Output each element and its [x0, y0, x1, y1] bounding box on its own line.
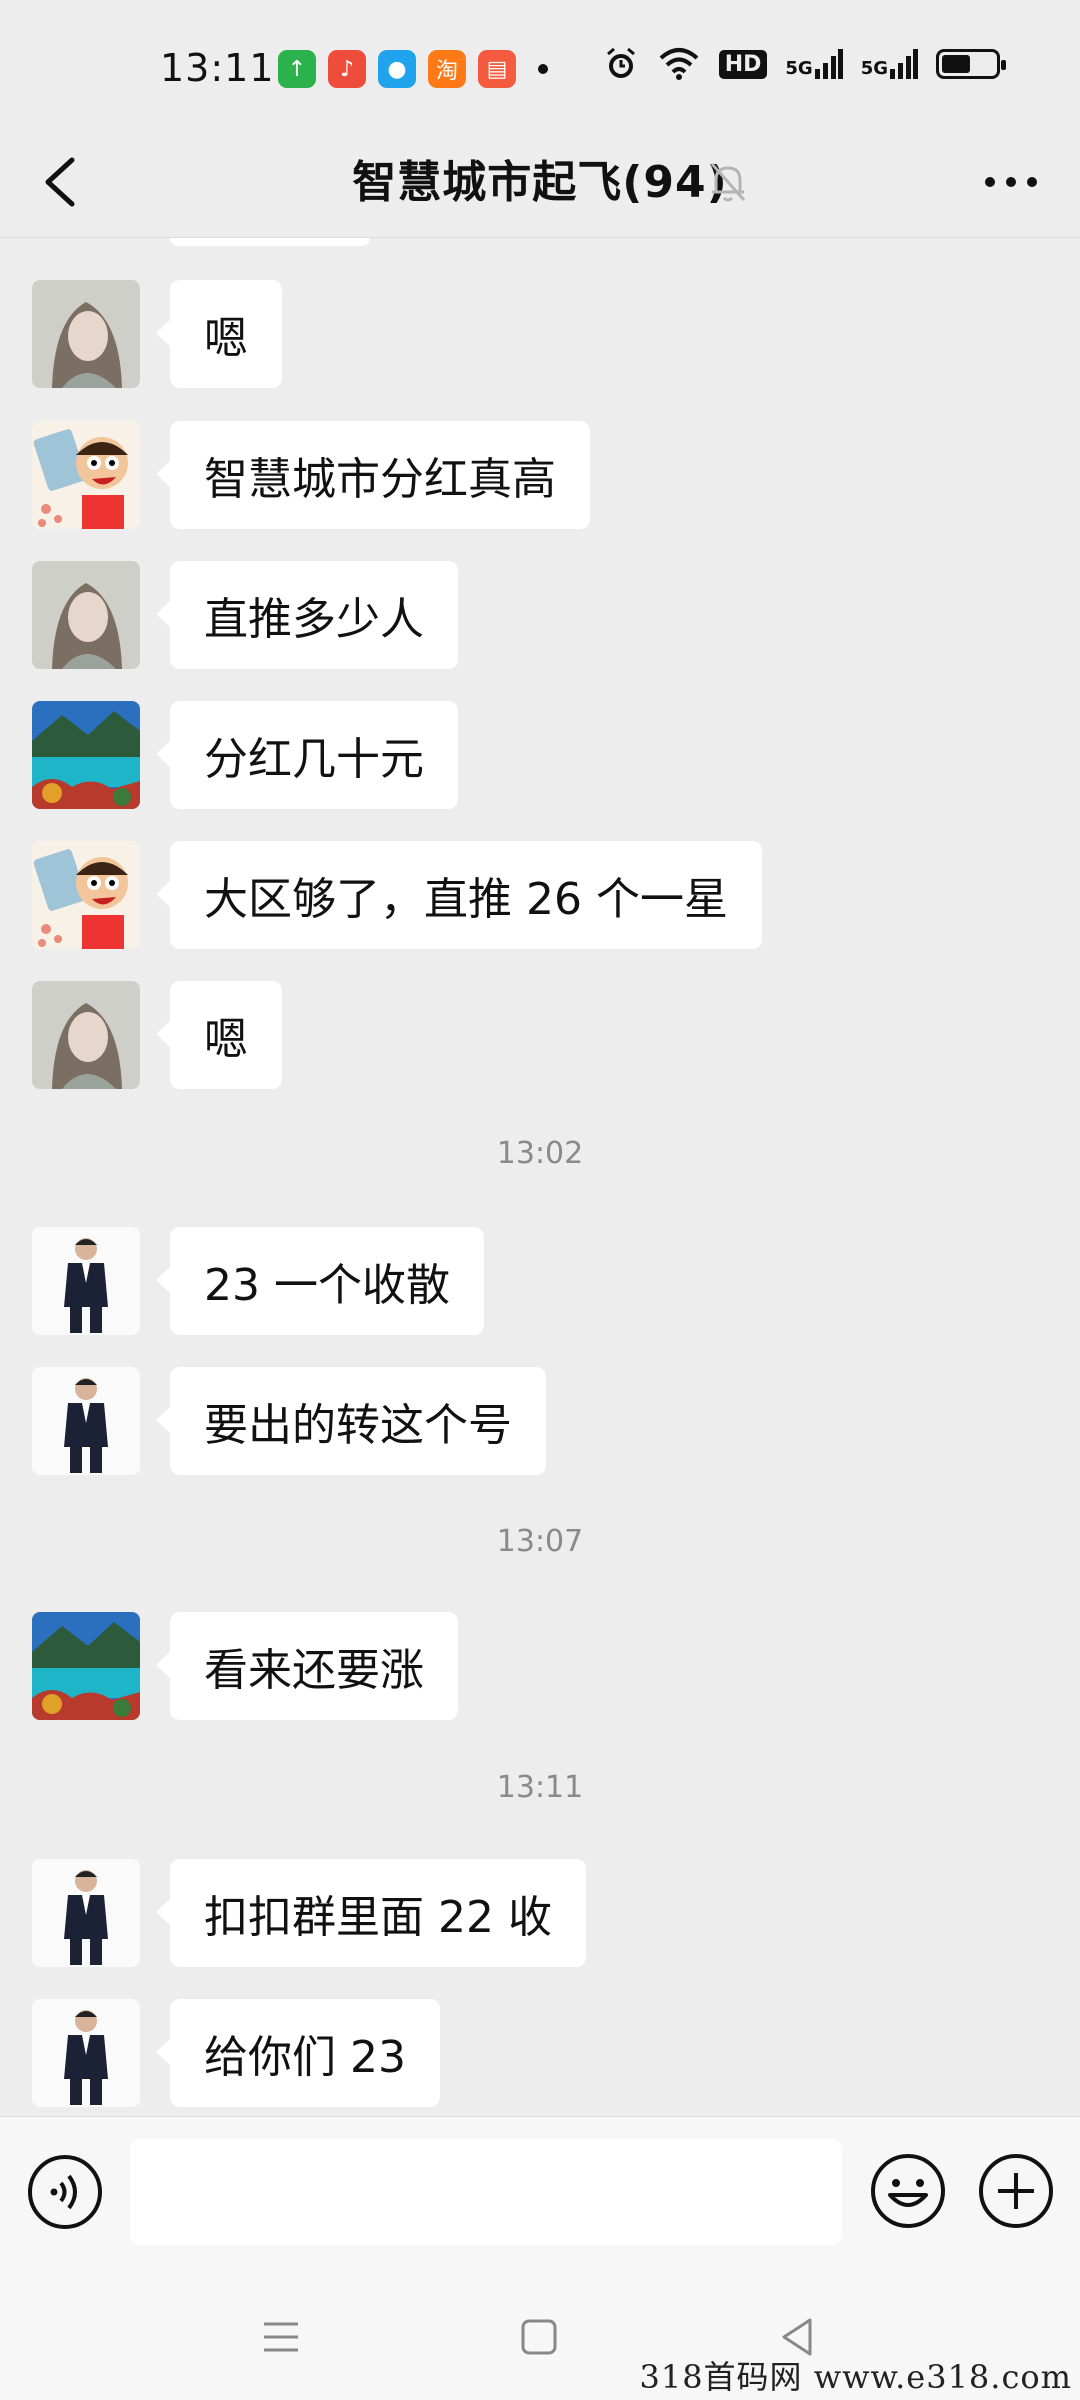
sender-avatar[interactable]	[32, 701, 140, 809]
input-bar	[0, 2116, 1080, 2274]
signal-icon	[890, 49, 918, 79]
upload-app-icon: ↑	[278, 50, 316, 88]
message-bubble[interactable]: 嗯	[156, 981, 282, 1089]
message-input[interactable]	[130, 2139, 842, 2245]
status-time: 13:11	[160, 46, 275, 90]
message-bubble[interactable]: 分红几十元	[156, 701, 458, 809]
sender-avatar[interactable]	[32, 981, 140, 1089]
more-options-button[interactable]	[976, 152, 1046, 212]
message-bubble[interactable]: 23 一个收散	[156, 1227, 484, 1335]
more-notifications-dot	[538, 64, 548, 74]
watermark: 318首码网 www.e318.com	[639, 2358, 1072, 2396]
sender-avatar[interactable]	[32, 421, 140, 529]
message-row: 嗯	[32, 981, 282, 1089]
menu-nav-icon[interactable]	[256, 2312, 306, 2362]
chat-title: 智慧城市起飞(94)	[352, 157, 728, 208]
plus-button[interactable]	[976, 2151, 1056, 2231]
sender-avatar[interactable]	[32, 1999, 140, 2107]
status-app-icons: ↑ ♪ ● 淘 ▤	[278, 50, 548, 88]
sender-avatar[interactable]	[32, 1227, 140, 1335]
timestamp-divider: 13:11	[496, 1770, 584, 1805]
voice-input-button[interactable]	[26, 2153, 104, 2231]
music-app-icon: ♪	[328, 50, 366, 88]
sender-avatar[interactable]	[32, 280, 140, 388]
network-5g-label-2: 5G	[861, 49, 918, 79]
emoji-button[interactable]	[868, 2151, 948, 2231]
hd-badge: HD	[718, 49, 768, 79]
message-bubble[interactable]: 直推多少人	[156, 561, 458, 669]
qq-app-icon: ●	[378, 50, 416, 88]
battery-icon	[936, 49, 1006, 79]
network-5g-label: 5G	[785, 49, 843, 79]
message-bubble[interactable]: 扣扣群里面 22 收	[156, 1859, 586, 1967]
partial-message-bubble	[170, 238, 370, 246]
reader-app-icon: ▤	[478, 50, 516, 88]
message-bubble[interactable]: 大区够了，直推 26 个一星	[156, 841, 762, 949]
signal-icon	[814, 49, 843, 79]
message-bubble[interactable]: 嗯	[156, 280, 282, 388]
message-bubble[interactable]: 给你们 23	[156, 1999, 440, 2107]
sender-avatar[interactable]	[32, 1367, 140, 1475]
status-indicators: HD 5G 5G	[603, 46, 1006, 82]
message-row: 扣扣群里面 22 收	[32, 1859, 586, 1967]
wifi-icon	[659, 48, 699, 80]
message-row: 看来还要涨	[32, 1612, 458, 1720]
taobao-app-icon: 淘	[428, 50, 466, 88]
mute-bell-icon	[710, 163, 746, 202]
chat-header: 智慧城市起飞(94)	[0, 130, 1080, 238]
message-row: 23 一个收散	[32, 1227, 484, 1335]
message-row: 要出的转这个号	[32, 1367, 546, 1475]
message-bubble[interactable]: 看来还要涨	[156, 1612, 458, 1720]
message-bubble[interactable]: 智慧城市分红真高	[156, 421, 590, 529]
sender-avatar[interactable]	[32, 841, 140, 949]
message-row: 分红几十元	[32, 701, 458, 809]
system-navigation-bar: 318首码网 www.e318.com	[0, 2274, 1080, 2400]
message-row: 智慧城市分红真高	[32, 421, 590, 529]
status-bar: 13:11 ↑ ♪ ● 淘 ▤ HD 5G 5G	[0, 0, 1080, 130]
alarm-icon	[606, 47, 635, 78]
home-nav-icon[interactable]	[514, 2312, 564, 2362]
message-row: 给你们 23	[32, 1999, 440, 2107]
timestamp-divider: 13:02	[496, 1136, 584, 1171]
message-row: 直推多少人	[32, 561, 458, 669]
sender-avatar[interactable]	[32, 1859, 140, 1967]
message-bubble[interactable]: 要出的转这个号	[156, 1367, 546, 1475]
sender-avatar[interactable]	[32, 1612, 140, 1720]
sender-avatar[interactable]	[32, 561, 140, 669]
message-list[interactable]: 嗯智慧城市分红真高 直推多少人 分红几十元 大区够了，直推 26 个一星嗯 13:02 2…	[0, 238, 1080, 2116]
message-row: 嗯	[32, 280, 282, 388]
timestamp-divider: 13:07	[496, 1524, 584, 1559]
message-row: 大区够了，直推 26 个一星	[32, 841, 762, 949]
